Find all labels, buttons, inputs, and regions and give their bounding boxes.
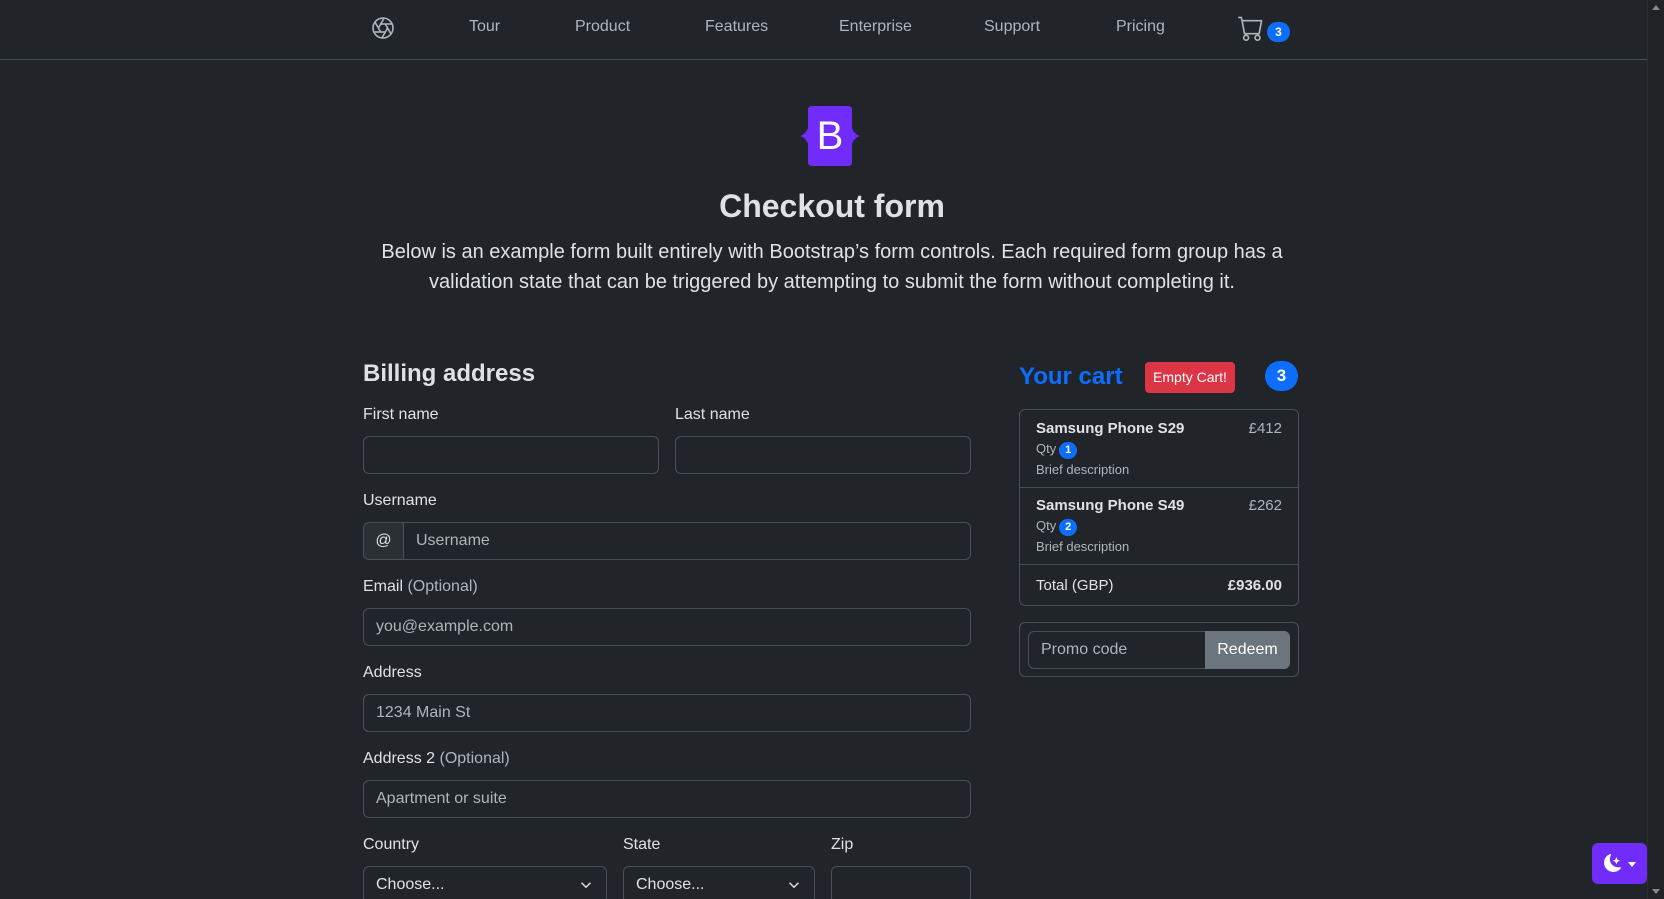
promo-code-input[interactable]: Promo code: [1028, 631, 1205, 669]
bootstrap-logo: B: [794, 106, 866, 166]
country-select[interactable]: Choose...: [363, 866, 607, 899]
zip-label: Zip: [831, 836, 854, 853]
cart-icon[interactable]: [1238, 15, 1264, 41]
scroll-down-icon[interactable]: [1652, 889, 1660, 894]
email-input[interactable]: you@example.com: [363, 608, 971, 646]
qty-label: Qty: [1036, 518, 1057, 533]
username-label: Username: [363, 492, 437, 509]
email-optional: (Optional): [407, 578, 478, 595]
nav-link-pricing[interactable]: Pricing: [1116, 18, 1165, 36]
address2-label: Address 2 (Optional): [363, 750, 510, 768]
top-navbar: Tour Product Features Enterprise Support…: [0, 0, 1647, 60]
address2-optional: (Optional): [439, 750, 510, 767]
caret-down-icon: [1628, 862, 1636, 867]
cart-title: Your cart: [1019, 363, 1123, 390]
logo-letter: B: [817, 114, 844, 158]
state-select-value: Choose...: [636, 876, 705, 893]
total-label: Total (GBP): [1036, 577, 1114, 594]
address-input[interactable]: 1234 Main St: [363, 694, 971, 732]
page-lead: Below is an example form built entirely …: [381, 241, 1283, 293]
qty-badge: 2: [1059, 519, 1078, 536]
redeem-button[interactable]: Redeem: [1205, 631, 1290, 669]
last-name-label: Last name: [675, 406, 750, 423]
cart-list: Samsung Phone S29 £412 Qty 1 Brief descri…: [1019, 409, 1299, 606]
qty-label: Qty: [1036, 441, 1057, 456]
nav-cart-badge: 3: [1267, 22, 1290, 42]
page-scrollbar[interactable]: [1647, 0, 1664, 899]
moon-stars-icon: [1604, 854, 1621, 872]
billing-title: Billing address: [363, 360, 536, 387]
nav-link-enterprise[interactable]: Enterprise: [839, 18, 912, 36]
country-select-value: Choose...: [376, 876, 445, 893]
country-label: Country: [363, 836, 420, 853]
cart-item: Samsung Phone S49 £262 Qty 2 Brief descri…: [1020, 487, 1298, 564]
checkout-page: Tour Product Features Enterprise Support…: [0, 0, 1664, 899]
chevron-down-icon: [580, 882, 592, 889]
zip-input[interactable]: [831, 866, 971, 899]
cart-item-name: Samsung Phone S49: [1036, 497, 1185, 514]
theme-toggle-button[interactable]: [1592, 843, 1647, 884]
state-select[interactable]: Choose...: [623, 866, 815, 899]
last-name-input[interactable]: [675, 436, 971, 474]
cart-item: Samsung Phone S29 £412 Qty 1 Brief descri…: [1020, 410, 1298, 487]
cart-item-description: Brief description: [1036, 462, 1130, 477]
promo-card: Promo code Redeem: [1019, 622, 1299, 677]
address-label: Address: [363, 664, 422, 681]
nav-link-product[interactable]: Product: [575, 18, 630, 36]
cart-item-description: Brief description: [1036, 539, 1130, 554]
nav-link-tour[interactable]: Tour: [469, 18, 500, 36]
cart-item-qty: Qty 1: [1036, 441, 1078, 459]
page-title: Checkout form: [719, 188, 945, 224]
state-label: State: [623, 836, 661, 853]
scroll-up-icon[interactable]: [1652, 5, 1660, 10]
cart-item-name: Samsung Phone S29: [1036, 420, 1185, 437]
email-label: Email (Optional): [363, 578, 478, 596]
cart-count-badge: 3: [1265, 361, 1298, 391]
empty-cart-button[interactable]: Empty Cart!: [1145, 362, 1235, 393]
total-value: £936.00: [1227, 577, 1282, 594]
cart-item-price: £412: [1248, 420, 1282, 437]
aperture-icon[interactable]: [371, 16, 395, 40]
email-label-text: Email: [363, 578, 404, 595]
first-name-label: First name: [363, 406, 439, 423]
username-prefix: @: [363, 522, 404, 560]
qty-badge: 1: [1059, 442, 1078, 459]
first-name-input[interactable]: [363, 436, 659, 474]
address2-input[interactable]: Apartment or suite: [363, 780, 971, 818]
nav-link-support[interactable]: Support: [984, 18, 1040, 36]
nav-link-features[interactable]: Features: [705, 18, 768, 36]
cart-item-price: £262: [1248, 497, 1282, 514]
chevron-down-icon: [788, 882, 800, 889]
address2-label-text: Address 2: [363, 750, 436, 767]
cart-item-qty: Qty 2: [1036, 518, 1078, 536]
username-input[interactable]: Username: [403, 522, 971, 560]
cart-divider: [1020, 564, 1298, 565]
